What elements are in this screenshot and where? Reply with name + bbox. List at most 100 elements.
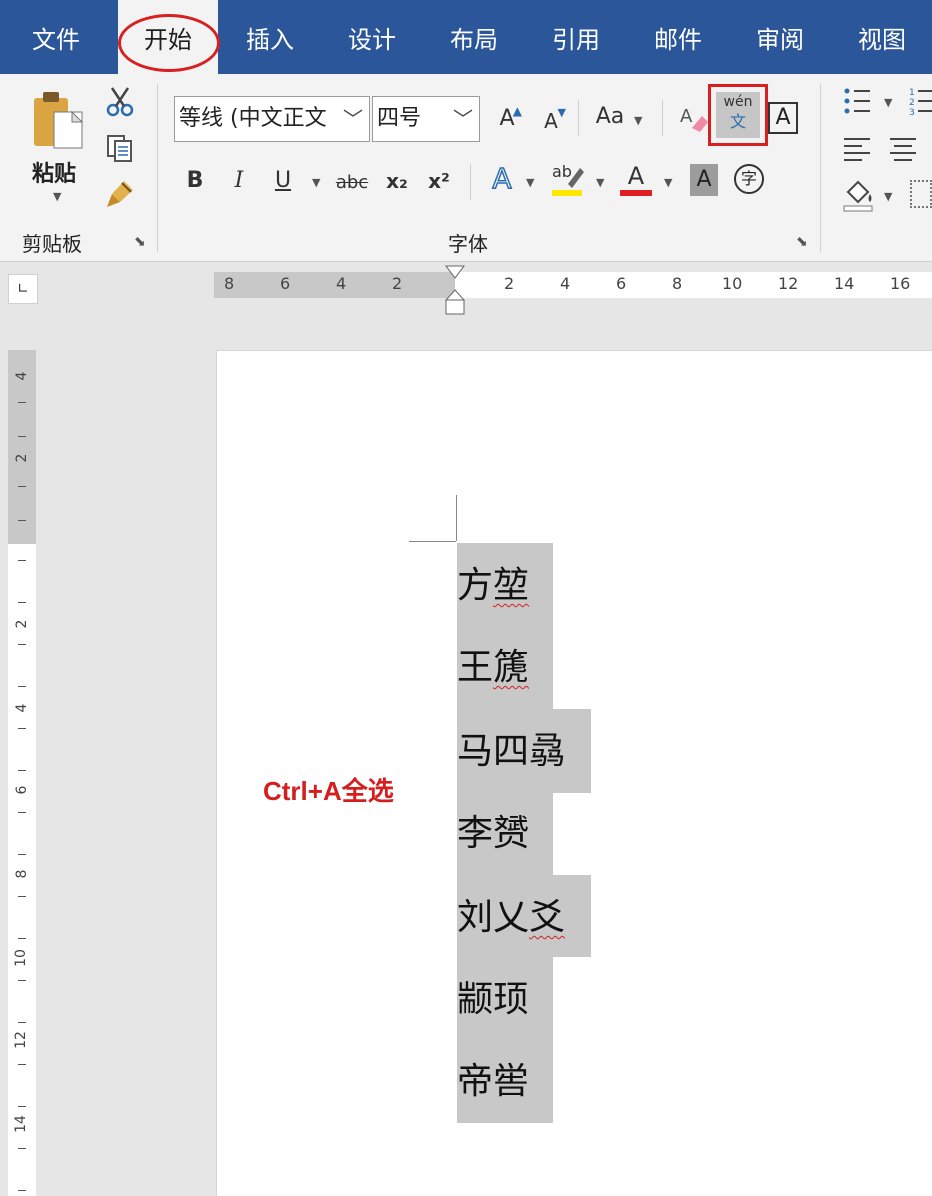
tab-mailings[interactable]: 邮件: [628, 0, 728, 74]
numbering-icon[interactable]: 123: [908, 86, 932, 116]
paste-icon[interactable]: [30, 90, 90, 160]
align-center-icon[interactable]: [888, 136, 918, 162]
case-dropdown-arrow[interactable]: ▼: [634, 114, 642, 127]
indent-marker-icon[interactable]: [444, 264, 466, 316]
tab-home-highlight-circle: [118, 14, 220, 72]
name-line[interactable]: 刘乂爻: [457, 895, 565, 941]
name-line[interactable]: 方堃: [457, 563, 529, 609]
subscript-button[interactable]: x₂: [382, 166, 412, 196]
text-effects-button[interactable]: A: [486, 163, 518, 195]
ruler-tick: [18, 560, 26, 561]
ribbon-home: 粘贴 ▼ 剪贴板 ⬊ 等线 (中文正文 ﹀ 四号 ﹀ A ▲ A ▼ Aa ▼ A: [0, 74, 932, 262]
format-painter-icon[interactable]: [104, 178, 136, 210]
paragraph-shading-icon[interactable]: [842, 178, 876, 212]
tab-selector[interactable]: ∟: [8, 274, 38, 304]
effects-dropdown-arrow[interactable]: ▼: [526, 176, 534, 189]
ruler-number: 6: [280, 274, 291, 293]
ruler-number: 12: [13, 1031, 29, 1049]
name-line[interactable]: 王篪: [457, 645, 529, 691]
name-line-tail: 骉: [529, 731, 566, 772]
underline-dropdown-arrow[interactable]: ▼: [312, 176, 320, 189]
tab-insert[interactable]: 插入: [220, 0, 320, 74]
font-name-combo[interactable]: 等线 (中文正文 ﹀: [174, 96, 370, 142]
name-line[interactable]: 马四骉: [457, 729, 565, 775]
enclose-characters-button[interactable]: 字: [734, 164, 764, 194]
name-line-tail: 赟: [493, 813, 530, 854]
grow-font-button[interactable]: A ▲: [492, 104, 522, 134]
ruler-number: 2: [14, 619, 30, 629]
shading-dropdown-arrow[interactable]: ▼: [884, 190, 892, 203]
ruler-number: 14: [834, 274, 855, 293]
tab-references[interactable]: 引用: [526, 0, 626, 74]
name-line-tail: 喾: [493, 1061, 530, 1102]
name-line[interactable]: 帝喾: [457, 1059, 529, 1105]
font-group-label: 字体: [448, 232, 488, 256]
chevron-down-icon[interactable]: ﹀: [453, 97, 473, 141]
horizontal-ruler[interactable]: 8 6 4 2 2 4 6 8 10 12 14 16: [214, 272, 932, 298]
svg-text:3: 3: [909, 108, 915, 116]
ruler-number: 8: [14, 869, 30, 879]
ruler-tick: [18, 1148, 26, 1149]
underline-button[interactable]: U: [268, 166, 298, 196]
tab-file[interactable]: 文件: [6, 0, 106, 74]
name-line-tail: 堃: [493, 565, 530, 606]
clipboard-group-label: 剪贴板: [22, 232, 82, 256]
font-launcher-icon[interactable]: ⬊: [796, 234, 808, 250]
bold-button[interactable]: B: [180, 166, 210, 196]
separator: [662, 100, 663, 136]
name-line-tail: 顼: [493, 979, 530, 1020]
ruler-number: 2: [504, 274, 515, 293]
tab-view[interactable]: 视图: [832, 0, 932, 74]
name-line[interactable]: 颛顼: [457, 977, 529, 1023]
bullets-icon[interactable]: [842, 86, 872, 116]
tab-layout[interactable]: 布局: [424, 0, 524, 74]
font-color-swatch: [620, 190, 652, 196]
ruler-number: 4: [336, 274, 347, 293]
clipboard-launcher-icon[interactable]: ⬊: [134, 234, 146, 250]
bullets-dropdown-arrow[interactable]: ▼: [884, 96, 892, 109]
name-line[interactable]: 李赟: [457, 811, 529, 857]
ruler-tick: [18, 1022, 26, 1023]
separator: [470, 164, 471, 200]
paste-label[interactable]: 粘贴: [32, 156, 76, 188]
ruler-tick: [18, 896, 26, 897]
vertical-ruler[interactable]: 4 2 2 4 6 8 10 12 14: [8, 350, 36, 1196]
ruler-number: 6: [616, 274, 627, 293]
borders-icon[interactable]: [910, 180, 932, 208]
tab-design[interactable]: 设计: [322, 0, 422, 74]
name-line-tail: 爻: [529, 897, 566, 938]
ruler-tick: [18, 854, 26, 855]
ruler-number: 10: [13, 949, 29, 967]
group-separator: [820, 84, 821, 252]
ruler-number: 12: [778, 274, 799, 293]
document-page[interactable]: Ctrl+A全选 方堃 王篪 马四骉 李赟 刘乂爻 颛顼 帝喾: [216, 350, 932, 1196]
tab-review[interactable]: 审阅: [730, 0, 830, 74]
italic-button[interactable]: I: [224, 166, 254, 196]
name-line-head: 颛: [457, 979, 494, 1020]
font-color-dropdown-arrow[interactable]: ▼: [664, 176, 672, 189]
phonetic-guide-char: 文: [729, 112, 746, 131]
ruler-number: 14: [13, 1115, 29, 1133]
cut-icon[interactable]: [104, 86, 136, 118]
name-line-head: 帝: [457, 1061, 494, 1102]
highlight-dropdown-arrow[interactable]: ▼: [596, 176, 604, 189]
margin-corner-h: [409, 541, 456, 542]
superscript-button[interactable]: x²: [424, 166, 454, 196]
highlight-button[interactable]: ab: [550, 160, 590, 200]
copy-icon[interactable]: [104, 132, 136, 164]
ruler-tick: [18, 602, 26, 603]
align-left-icon[interactable]: [842, 136, 872, 162]
shrink-font-button[interactable]: A ▼: [536, 106, 566, 136]
character-shading-button[interactable]: A: [690, 164, 718, 196]
clear-formatting-icon[interactable]: A: [678, 100, 710, 136]
strikethrough-button[interactable]: abc: [334, 168, 370, 198]
font-color-button[interactable]: A: [620, 162, 652, 198]
paste-dropdown-arrow[interactable]: ▼: [53, 190, 61, 203]
character-border-button[interactable]: A: [768, 102, 798, 134]
font-size-combo[interactable]: 四号 ﹀: [372, 96, 480, 142]
chevron-down-icon[interactable]: ﹀: [343, 97, 363, 141]
change-case-button[interactable]: Aa: [592, 102, 628, 132]
ruler-tick: [18, 436, 26, 437]
ruler-tick: [18, 486, 26, 487]
phonetic-guide-button[interactable]: wén 文: [716, 92, 760, 138]
